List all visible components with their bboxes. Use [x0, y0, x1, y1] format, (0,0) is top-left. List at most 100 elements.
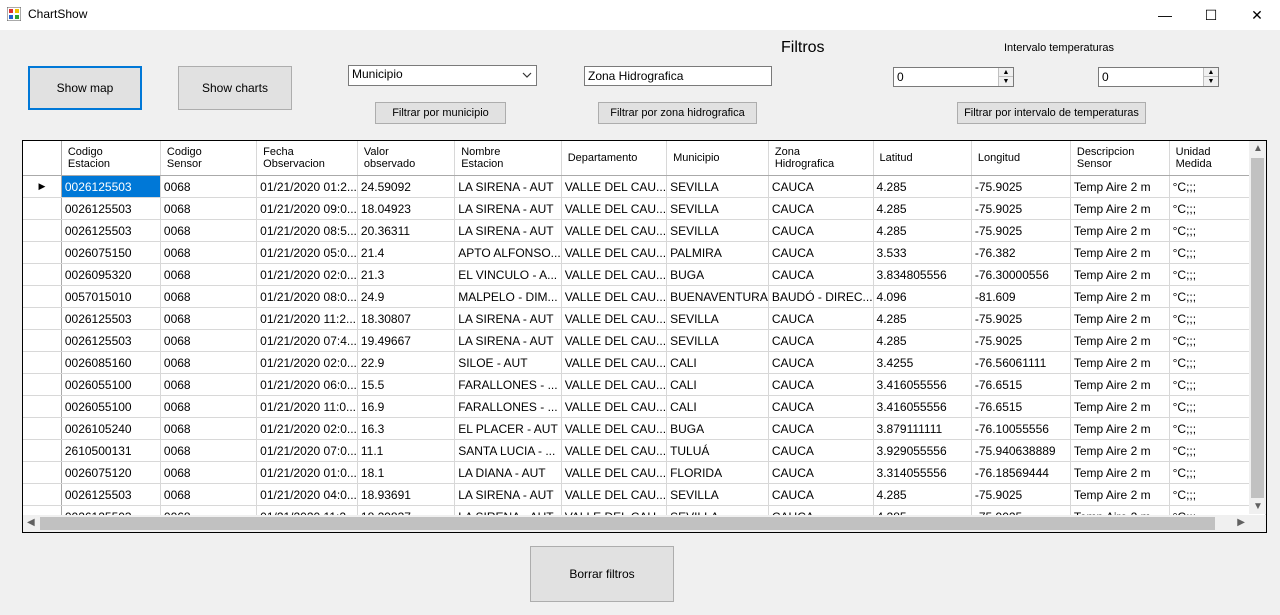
table-cell[interactable]: -75.9025: [971, 307, 1071, 330]
column-header[interactable]: Departamento: [561, 141, 668, 176]
table-cell[interactable]: VALLE DEL CAU...: [561, 395, 668, 418]
table-cell[interactable]: 0068: [160, 241, 258, 264]
maximize-button[interactable]: ☐: [1188, 0, 1234, 30]
table-cell[interactable]: 4.285: [873, 329, 972, 352]
table-cell[interactable]: 0068: [160, 285, 258, 308]
table-cell[interactable]: 0068: [160, 417, 258, 440]
table-cell[interactable]: Temp Aire 2 m: [1070, 351, 1170, 374]
table-cell[interactable]: VALLE DEL CAU...: [561, 351, 668, 374]
table-row[interactable]: 0026125503 0068 01/21/2020 07:4... 19.49667…: [23, 329, 1266, 352]
table-cell[interactable]: 3.4255: [873, 351, 972, 374]
table-cell[interactable]: 01/21/2020 02:0...: [256, 417, 358, 440]
table-cell[interactable]: 0026125503: [61, 329, 161, 352]
row-header[interactable]: [23, 241, 62, 264]
table-cell[interactable]: Temp Aire 2 m: [1070, 417, 1170, 440]
table-cell[interactable]: VALLE DEL CAU...: [561, 483, 668, 506]
row-header[interactable]: [23, 351, 62, 374]
table-cell[interactable]: 4.285: [873, 197, 972, 220]
table-cell[interactable]: 15.5: [357, 373, 456, 396]
table-cell[interactable]: 0026125503: [61, 483, 161, 506]
current-row-indicator-icon[interactable]: ▶: [23, 175, 62, 198]
data-grid[interactable]: Codigo Estacion Codigo Sensor Fecha Observ…: [22, 140, 1267, 533]
table-cell[interactable]: Temp Aire 2 m: [1070, 329, 1170, 352]
table-cell[interactable]: CAUCA: [768, 307, 874, 330]
table-cell[interactable]: EL PLACER - AUT: [454, 417, 562, 440]
table-cell[interactable]: FARALLONES - ...: [454, 373, 562, 396]
table-cell[interactable]: CAUCA: [768, 417, 874, 440]
table-cell[interactable]: PALMIRA: [666, 241, 769, 264]
table-cell[interactable]: LA SIRENA - AUT: [454, 307, 562, 330]
table-cell[interactable]: VALLE DEL CAU...: [561, 439, 668, 462]
municipio-select[interactable]: Municipio: [348, 65, 537, 86]
clear-filters-button[interactable]: Borrar filtros: [530, 546, 674, 602]
table-row[interactable]: 0026085160 0068 01/21/2020 02:0... 22.9 SILO…: [23, 351, 1266, 374]
spin-down-icon[interactable]: ▼: [999, 77, 1013, 86]
table-cell[interactable]: -76.382: [971, 241, 1071, 264]
table-cell[interactable]: 0026125503: [61, 219, 161, 242]
row-header[interactable]: [23, 329, 62, 352]
close-button[interactable]: ✕: [1234, 0, 1280, 30]
table-cell[interactable]: 20.36311: [357, 219, 456, 242]
table-row[interactable]: 0026055100 0068 01/21/2020 06:0... 15.5 FARA…: [23, 373, 1266, 396]
table-cell[interactable]: 4.285: [873, 219, 972, 242]
table-row[interactable]: 0026075150 0068 01/21/2020 05:0... 21.4 APTO…: [23, 241, 1266, 264]
table-cell[interactable]: SILOE - AUT: [454, 351, 562, 374]
column-header[interactable]: Zona Hidrografica: [768, 141, 874, 176]
table-cell[interactable]: -75.940638889: [971, 439, 1071, 462]
table-row[interactable]: 0057015010 0068 01/21/2020 08:0... 24.9 MALP…: [23, 285, 1266, 308]
table-cell[interactable]: 16.3: [357, 417, 456, 440]
table-cell[interactable]: 0068: [160, 461, 258, 484]
table-row[interactable]: 0026125503 0068 01/21/2020 08:5... 20.36311…: [23, 219, 1266, 242]
table-cell[interactable]: 16.9: [357, 395, 456, 418]
table-cell[interactable]: LA SIRENA - AUT: [454, 175, 562, 198]
table-cell[interactable]: BUENAVENTURA: [666, 285, 769, 308]
table-cell[interactable]: 01/21/2020 08:5...: [256, 219, 358, 242]
table-row[interactable]: ▶ 0026125503 0068 01/21/2020 01:2... 24.5909…: [23, 175, 1266, 198]
table-cell[interactable]: Temp Aire 2 m: [1070, 219, 1170, 242]
show-charts-button[interactable]: Show charts: [178, 66, 292, 110]
table-cell[interactable]: 0068: [160, 329, 258, 352]
table-cell[interactable]: 0026095320: [61, 263, 161, 286]
table-cell[interactable]: LA SIRENA - AUT: [454, 219, 562, 242]
table-row[interactable]: 0026105240 0068 01/21/2020 02:0... 16.3 EL P…: [23, 417, 1266, 440]
table-cell[interactable]: CAUCA: [768, 483, 874, 506]
table-cell[interactable]: -75.9025: [971, 483, 1071, 506]
table-cell[interactable]: CAUCA: [768, 241, 874, 264]
row-header[interactable]: [23, 461, 62, 484]
table-cell[interactable]: 18.04923: [357, 197, 456, 220]
table-cell[interactable]: CALI: [666, 351, 769, 374]
table-cell[interactable]: 01/21/2020 01:2...: [256, 175, 358, 198]
row-header[interactable]: [23, 483, 62, 506]
table-cell[interactable]: 01/21/2020 08:0...: [256, 285, 358, 308]
table-cell[interactable]: 18.93691: [357, 483, 456, 506]
table-cell[interactable]: 0026055100: [61, 373, 161, 396]
table-cell[interactable]: 01/21/2020 07:0...: [256, 439, 358, 462]
table-cell[interactable]: SEVILLA: [666, 219, 769, 242]
table-cell[interactable]: 0026125503: [61, 175, 161, 198]
table-cell[interactable]: LA SIRENA - AUT: [454, 483, 562, 506]
column-header[interactable]: Nombre Estacion: [454, 141, 562, 176]
table-cell[interactable]: 0068: [160, 395, 258, 418]
table-cell[interactable]: Temp Aire 2 m: [1070, 175, 1170, 198]
table-row[interactable]: 0026125503 0068 01/21/2020 09:0... 18.04923…: [23, 197, 1266, 220]
table-cell[interactable]: CAUCA: [768, 351, 874, 374]
table-cell[interactable]: MALPELO - DIM...: [454, 285, 562, 308]
table-cell[interactable]: -76.6515: [971, 373, 1071, 396]
column-header[interactable]: Descripcion Sensor: [1070, 141, 1170, 176]
table-cell[interactable]: Temp Aire 2 m: [1070, 241, 1170, 264]
table-cell[interactable]: 0026125503: [61, 307, 161, 330]
table-cell[interactable]: 0068: [160, 351, 258, 374]
table-cell[interactable]: SEVILLA: [666, 197, 769, 220]
table-cell[interactable]: CAUCA: [768, 439, 874, 462]
row-header[interactable]: [23, 263, 62, 286]
row-header[interactable]: [23, 439, 62, 462]
table-cell[interactable]: -75.9025: [971, 175, 1071, 198]
table-cell[interactable]: 01/21/2020 05:0...: [256, 241, 358, 264]
table-cell[interactable]: 19.49667: [357, 329, 456, 352]
table-cell[interactable]: -76.10055556: [971, 417, 1071, 440]
table-cell[interactable]: Temp Aire 2 m: [1070, 285, 1170, 308]
table-cell[interactable]: APTO ALFONSO...: [454, 241, 562, 264]
table-cell[interactable]: -75.9025: [971, 197, 1071, 220]
column-header[interactable]: Fecha Observacion: [256, 141, 358, 176]
horizontal-scrollbar[interactable]: ◀ ▶: [23, 515, 1249, 532]
